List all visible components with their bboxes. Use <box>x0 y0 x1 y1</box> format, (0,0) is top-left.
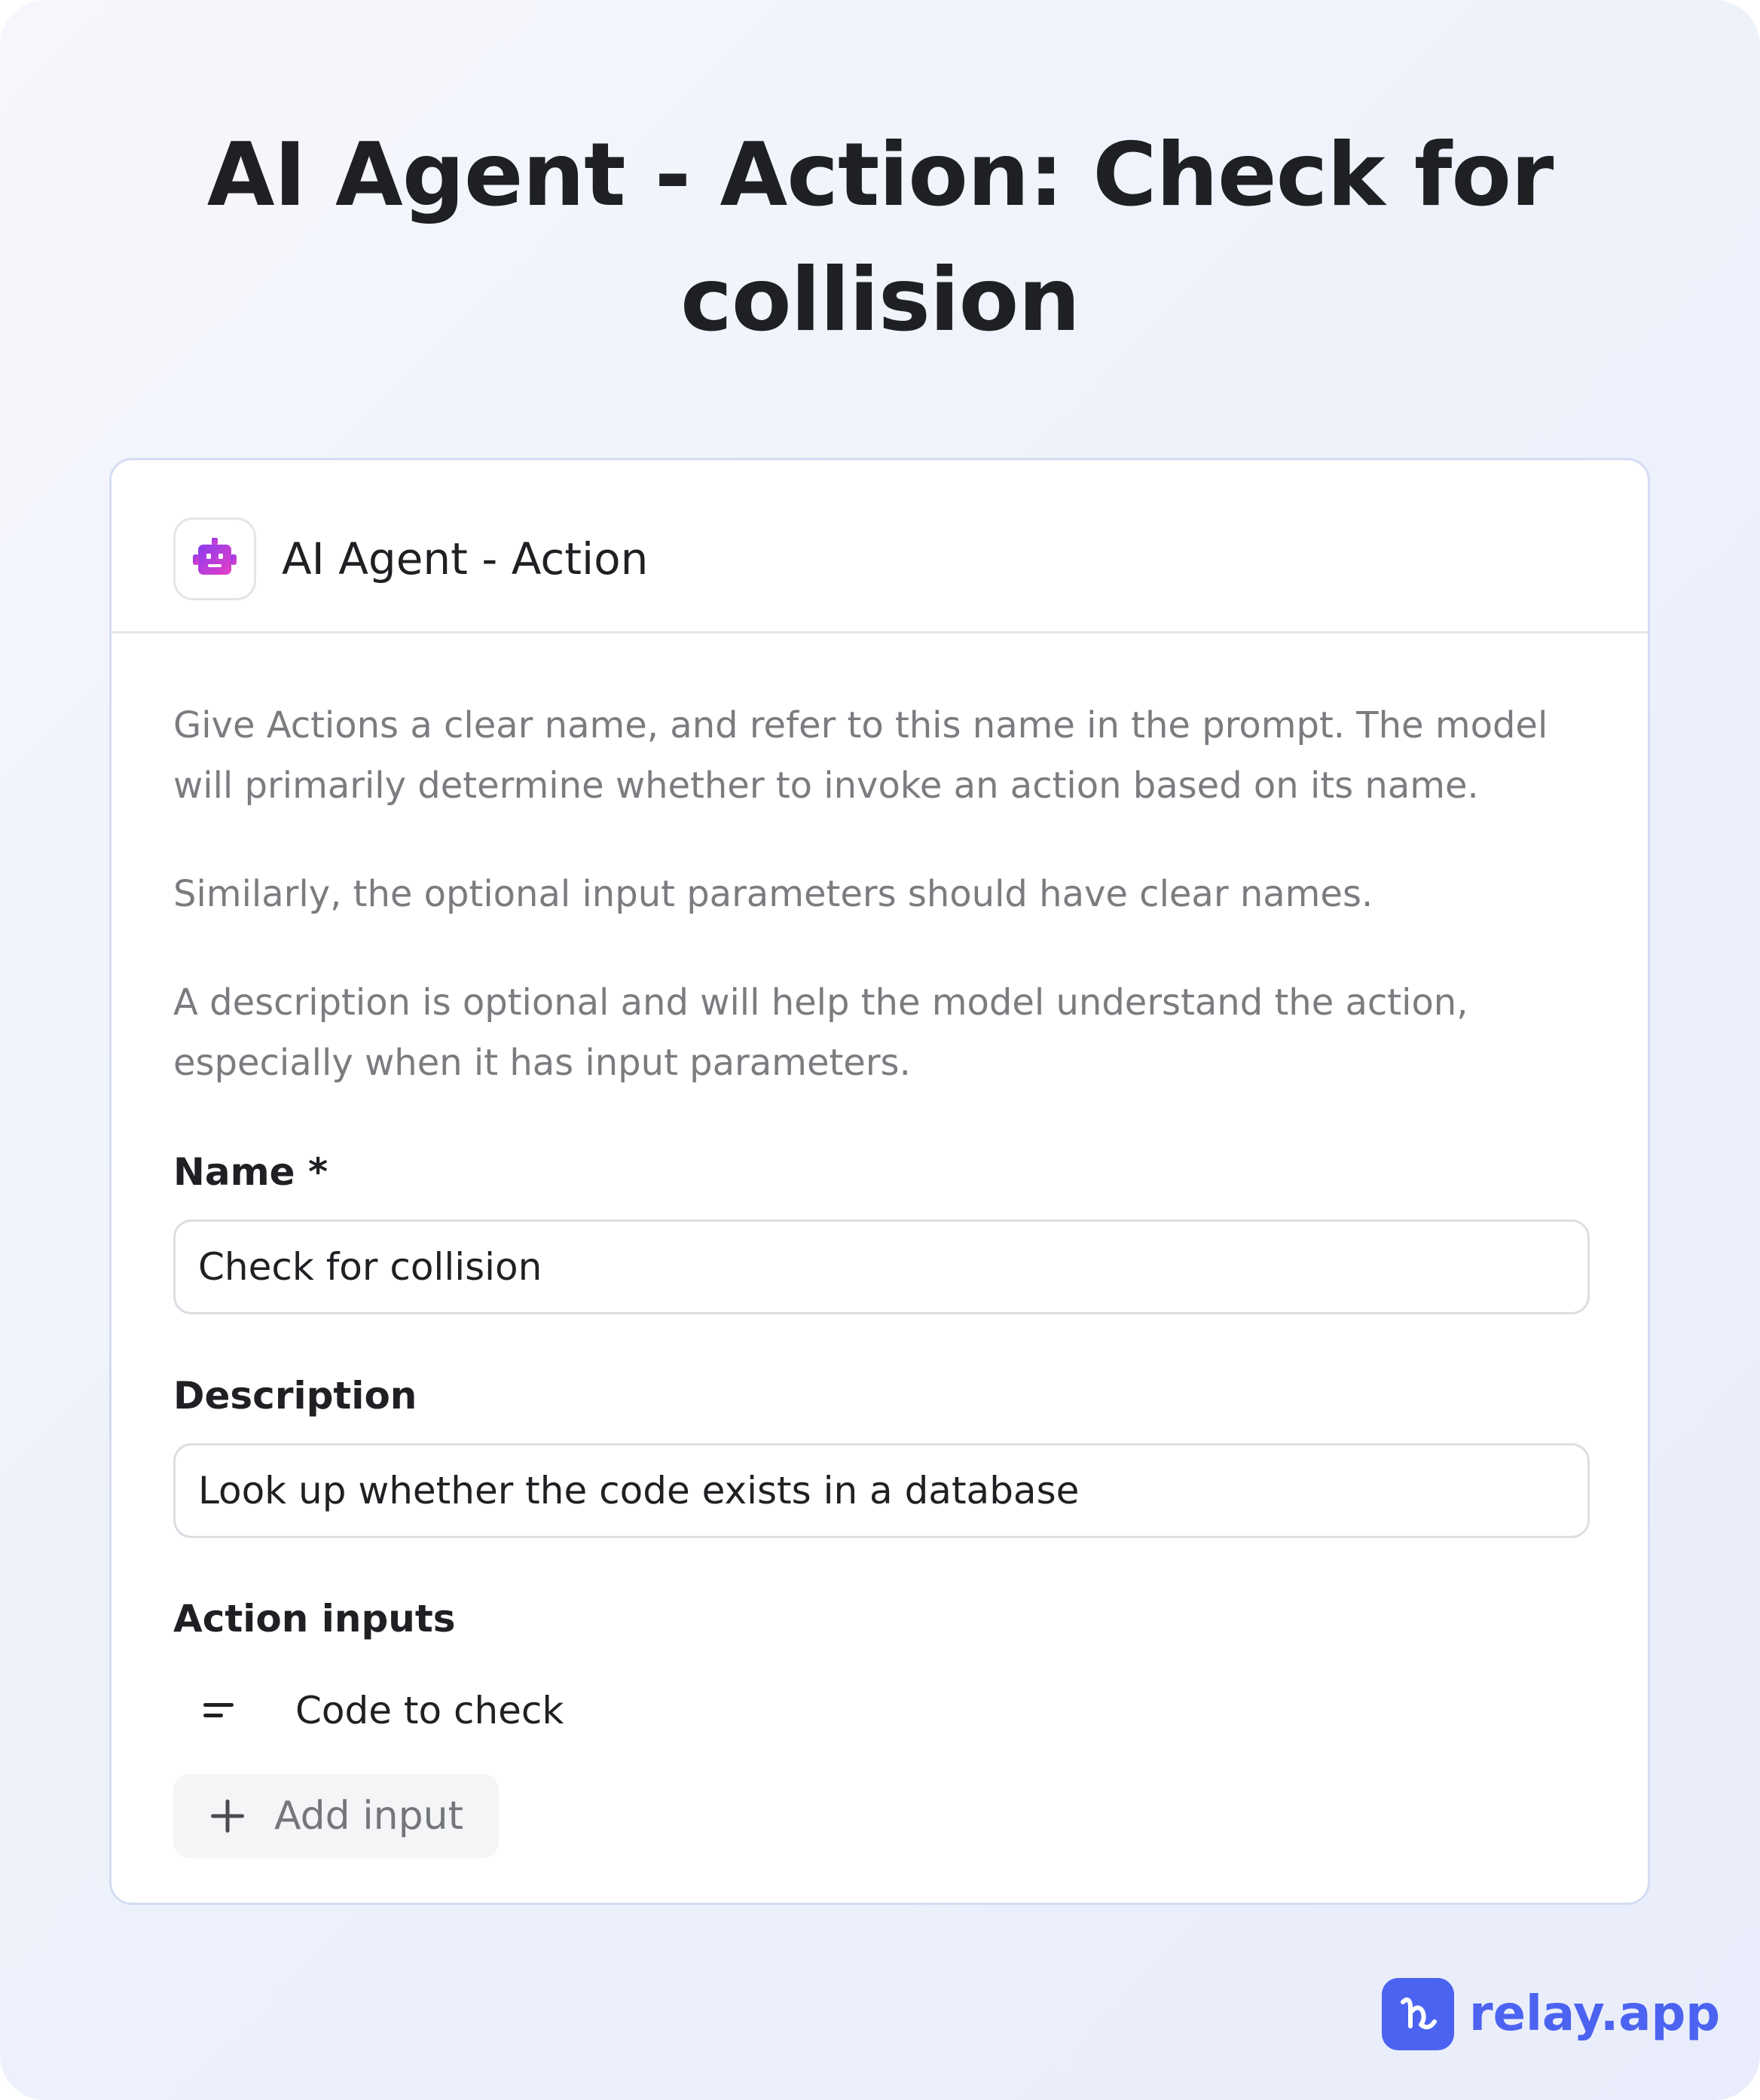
robot-icon <box>173 517 256 600</box>
relay-logo-icon <box>1382 1978 1454 2050</box>
name-field[interactable]: Check for collision <box>173 1219 1590 1314</box>
plus-icon <box>209 1798 246 1838</box>
name-field-label: Name * <box>173 1150 328 1194</box>
brand-name: relay.app <box>1469 1986 1721 2042</box>
help-text-name: Give Actions a clear name, and refer to … <box>173 704 1548 807</box>
description-field-label: Description <box>173 1374 417 1418</box>
action-input-label: Code to check <box>295 1689 564 1732</box>
page-background: AI Agent - Action: Check for collision A… <box>0 0 1760 2100</box>
card-header: AI Agent - Action <box>112 460 1648 633</box>
add-input-label: Add input <box>274 1793 463 1839</box>
card-title: AI Agent - Action <box>282 533 649 585</box>
add-input-button[interactable]: Add input <box>173 1774 499 1858</box>
help-text-inputs: Similarly, the optional input parameters… <box>173 873 1373 915</box>
page-title: AI Agent - Action: Check for collision <box>206 124 1554 351</box>
action-card: AI Agent - Action Give Actions a clear n… <box>109 458 1650 1905</box>
description-field[interactable]: Look up whether the code exists in a dat… <box>173 1443 1590 1538</box>
action-inputs-label: Action inputs <box>173 1597 456 1641</box>
help-text-description: A description is optional and will help … <box>173 981 1468 1084</box>
text-lines-icon <box>202 1699 238 1726</box>
